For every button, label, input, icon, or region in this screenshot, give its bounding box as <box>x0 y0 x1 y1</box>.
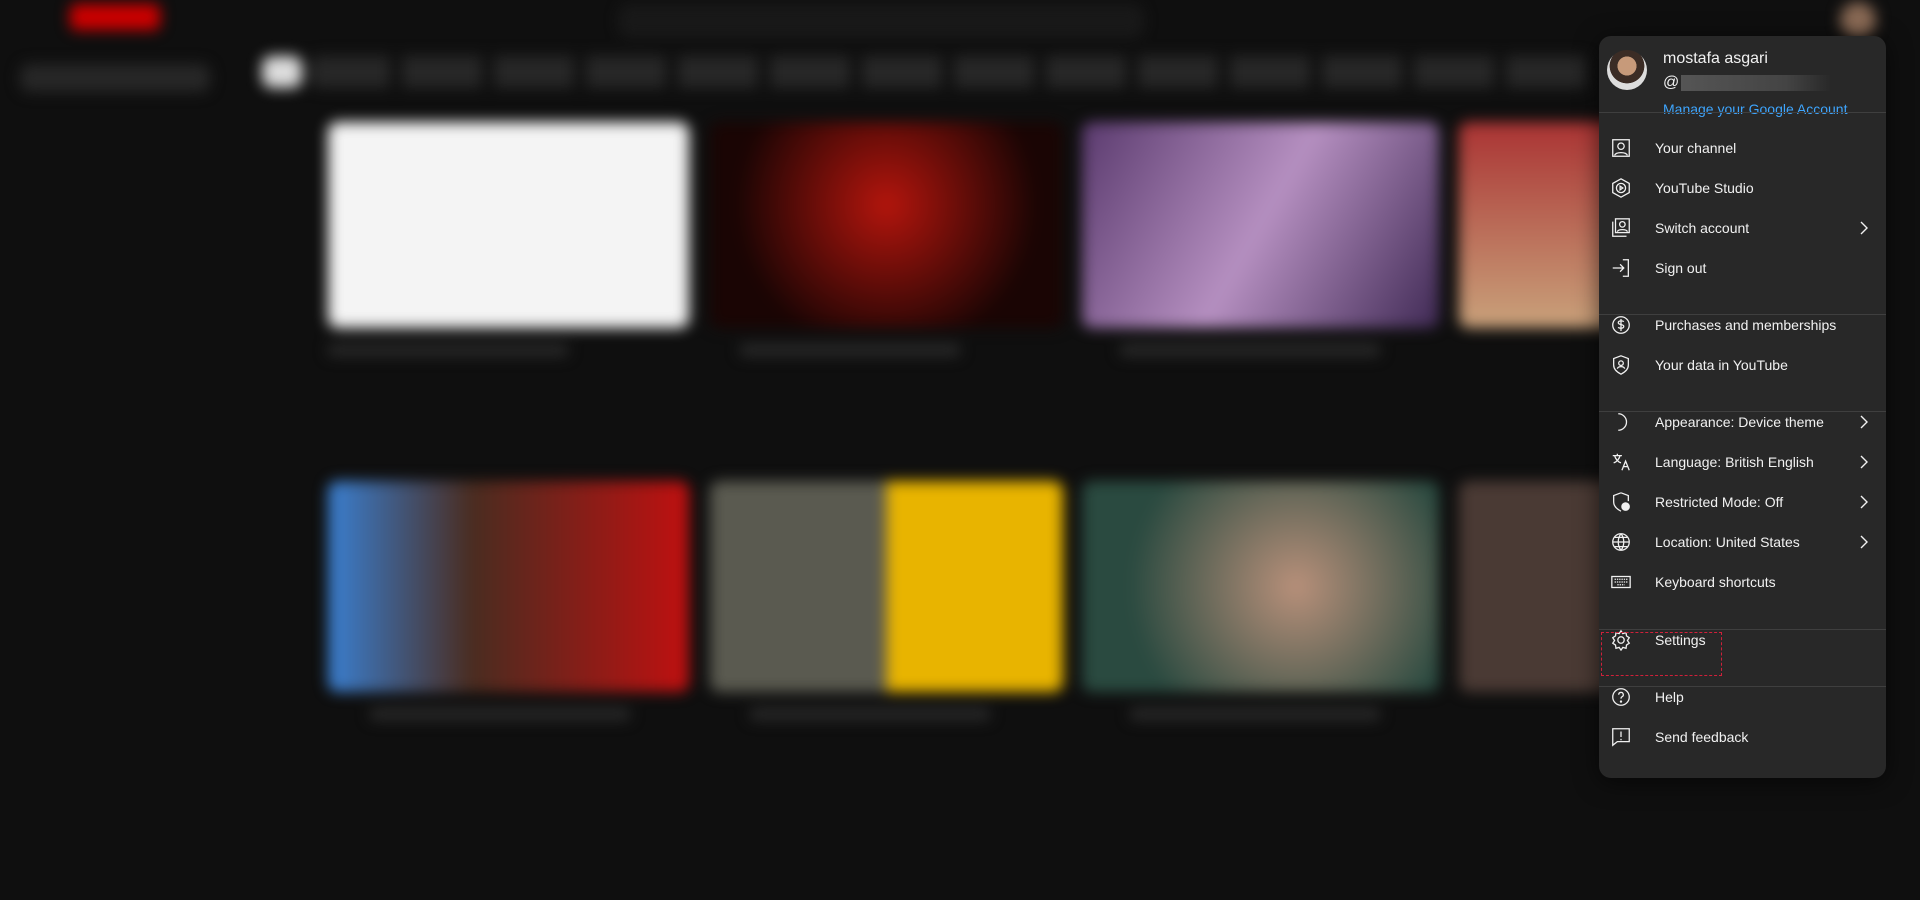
video-thumbnail[interactable] <box>328 481 689 692</box>
manage-google-account-link[interactable]: Manage your Google Account <box>1663 101 1847 117</box>
globe-icon <box>1609 530 1633 554</box>
video-thumbnail[interactable] <box>328 122 689 328</box>
account-menu: mostafa asgari @ Manage your Google Acco… <box>1599 36 1886 778</box>
menu-item-label: Purchases and memberships <box>1655 317 1837 333</box>
menu-item-label: Language: British English <box>1655 454 1814 470</box>
video-thumbnail[interactable] <box>1082 122 1439 328</box>
menu-item-switch-account[interactable]: Switch account <box>1599 208 1886 248</box>
youtube-logo <box>70 4 160 30</box>
avatar <box>1607 50 1647 90</box>
menu-item-label: Keyboard shortcuts <box>1655 574 1776 590</box>
chevron-right-icon <box>1856 492 1872 515</box>
chevron-right-icon <box>1856 452 1872 475</box>
shield-person-icon <box>1609 353 1633 377</box>
chevron-right-icon <box>1856 532 1872 555</box>
menu-item-label: Sign out <box>1655 260 1707 276</box>
menu-item-label: Switch account <box>1655 220 1750 236</box>
menu-item-appearance-device-theme[interactable]: Appearance: Device theme <box>1599 402 1886 442</box>
switch-account-icon <box>1609 216 1633 240</box>
chip-bar <box>310 56 1590 88</box>
help-icon <box>1609 685 1633 709</box>
menu-item-label: Restricted Mode: Off <box>1655 494 1784 510</box>
menu-item-location-united-states[interactable]: Location: United States <box>1599 522 1886 562</box>
menu-item-label: Appearance: Device theme <box>1655 414 1824 430</box>
sidebar <box>20 64 210 92</box>
menu-item-label: YouTube Studio <box>1655 180 1754 196</box>
search-bar[interactable] <box>620 6 1142 36</box>
handle-prefix: @ <box>1663 74 1680 91</box>
chip[interactable] <box>262 56 302 88</box>
redacted-handle <box>1681 74 1832 91</box>
chevron-right-icon <box>1856 412 1872 435</box>
keyboard-icon <box>1609 570 1633 594</box>
account-name: mostafa asgari <box>1663 50 1768 67</box>
feedback-icon <box>1609 725 1633 749</box>
video-thumbnail[interactable] <box>710 481 1063 692</box>
menu-item-language-british-english[interactable]: Language: British English <box>1599 442 1886 482</box>
menu-divider <box>1599 112 1886 113</box>
translate-icon <box>1609 450 1633 474</box>
moon-icon <box>1609 410 1633 434</box>
restricted-shield-icon <box>1609 490 1633 514</box>
menu-item-help[interactable]: Help <box>1599 677 1886 717</box>
menu-item-label: Your channel <box>1655 140 1737 156</box>
avatar-button[interactable] <box>1840 2 1876 38</box>
menu-item-sign-out[interactable]: Sign out <box>1599 248 1886 288</box>
chevron-right-icon <box>1856 218 1872 241</box>
video-thumbnail[interactable] <box>710 122 1063 328</box>
studio-icon <box>1609 176 1633 200</box>
menu-item-purchases-and-memberships[interactable]: Purchases and memberships <box>1599 305 1886 345</box>
account-handle: @ <box>1663 74 1832 92</box>
menu-item-label: Your data in YouTube <box>1655 357 1788 373</box>
menu-item-your-channel[interactable]: Your channel <box>1599 128 1886 168</box>
person-icon <box>1609 136 1633 160</box>
menu-item-restricted-mode-off[interactable]: Restricted Mode: Off <box>1599 482 1886 522</box>
video-thumbnail[interactable] <box>1459 481 1619 692</box>
menu-item-label: Location: United States <box>1655 534 1800 550</box>
menu-item-label: Help <box>1655 689 1684 705</box>
menu-item-your-data-in-youtube[interactable]: Your data in YouTube <box>1599 345 1886 385</box>
video-thumbnail[interactable] <box>1459 122 1619 328</box>
settings-highlight-box <box>1601 632 1722 676</box>
menu-item-send-feedback[interactable]: Send feedback <box>1599 717 1886 757</box>
video-thumbnail[interactable] <box>1082 481 1439 692</box>
menu-item-keyboard-shortcuts[interactable]: Keyboard shortcuts <box>1599 562 1886 602</box>
menu-item-label: Send feedback <box>1655 729 1749 745</box>
sign-out-icon <box>1609 256 1633 280</box>
dollar-icon <box>1609 313 1633 337</box>
menu-item-youtube-studio[interactable]: YouTube Studio <box>1599 168 1886 208</box>
